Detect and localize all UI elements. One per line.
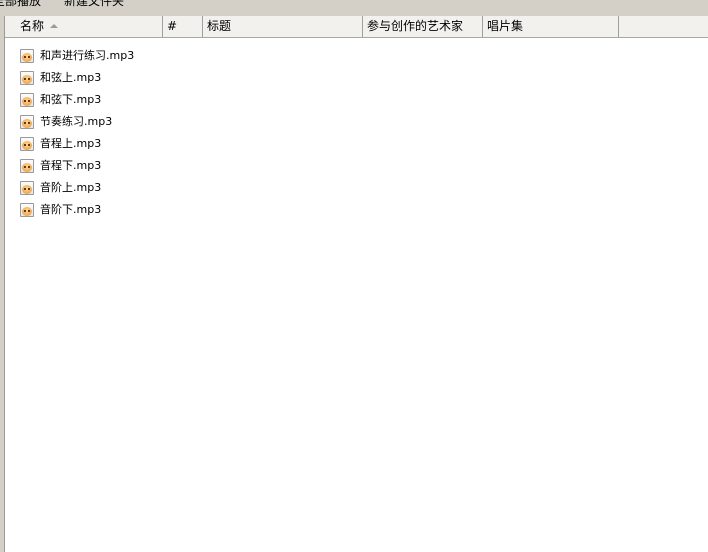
list-item[interactable]: 和弦上.mp3 [20, 67, 134, 89]
column-header-name[interactable]: 名称 [5, 16, 163, 37]
toolbar: 全部播放 新建文件夹 [0, 0, 708, 16]
column-header-album-label: 唱片集 [487, 19, 524, 33]
audio-file-icon [20, 49, 34, 63]
list-item[interactable]: 音阶上.mp3 [20, 177, 134, 199]
column-header-name-label: 名称 [20, 19, 45, 33]
file-name: 音程上.mp3 [40, 137, 102, 150]
column-header-title-label: 标题 [207, 19, 232, 33]
column-header-artists-label: 参与创作的艺术家 [367, 19, 464, 33]
column-header-artists[interactable]: 参与创作的艺术家 [363, 16, 483, 37]
file-name: 和声进行练习.mp3 [40, 49, 135, 62]
column-header-album[interactable]: 唱片集 [483, 16, 619, 37]
list-item[interactable]: 节奏练习.mp3 [20, 111, 134, 133]
file-name: 和弦上.mp3 [40, 71, 102, 84]
audio-file-icon [20, 159, 34, 173]
column-header-title[interactable]: 标题 [203, 16, 363, 37]
new-folder-button[interactable]: 新建文件夹 [64, 0, 124, 9]
audio-file-icon [20, 203, 34, 217]
file-name: 节奏练习.mp3 [40, 115, 113, 128]
column-header: 名称 # 标题 参与创作的艺术家 唱片集 [5, 16, 708, 38]
audio-file-icon [20, 93, 34, 107]
audio-file-icon [20, 181, 34, 195]
list-item[interactable]: 音程下.mp3 [20, 155, 134, 177]
navigation-pane-edge[interactable] [0, 16, 5, 552]
list-item[interactable]: 音阶下.mp3 [20, 199, 134, 221]
column-header-number-label: # [167, 19, 178, 33]
file-name: 音阶上.mp3 [40, 181, 102, 194]
sort-ascending-icon [50, 24, 59, 28]
audio-file-icon [20, 71, 34, 85]
column-header-number[interactable]: # [163, 16, 203, 37]
audio-file-icon [20, 137, 34, 151]
audio-file-icon [20, 115, 34, 129]
file-name: 和弦下.mp3 [40, 93, 102, 106]
file-list: 和声进行练习.mp3 和弦上.mp3 和弦下.mp3 节奏练习.mp3 音程上.… [20, 45, 134, 221]
list-item[interactable]: 和声进行练习.mp3 [20, 45, 134, 67]
play-all-button[interactable]: 全部播放 [0, 0, 41, 9]
list-item[interactable]: 和弦下.mp3 [20, 89, 134, 111]
list-item[interactable]: 音程上.mp3 [20, 133, 134, 155]
file-name: 音程下.mp3 [40, 159, 102, 172]
file-name: 音阶下.mp3 [40, 203, 102, 216]
